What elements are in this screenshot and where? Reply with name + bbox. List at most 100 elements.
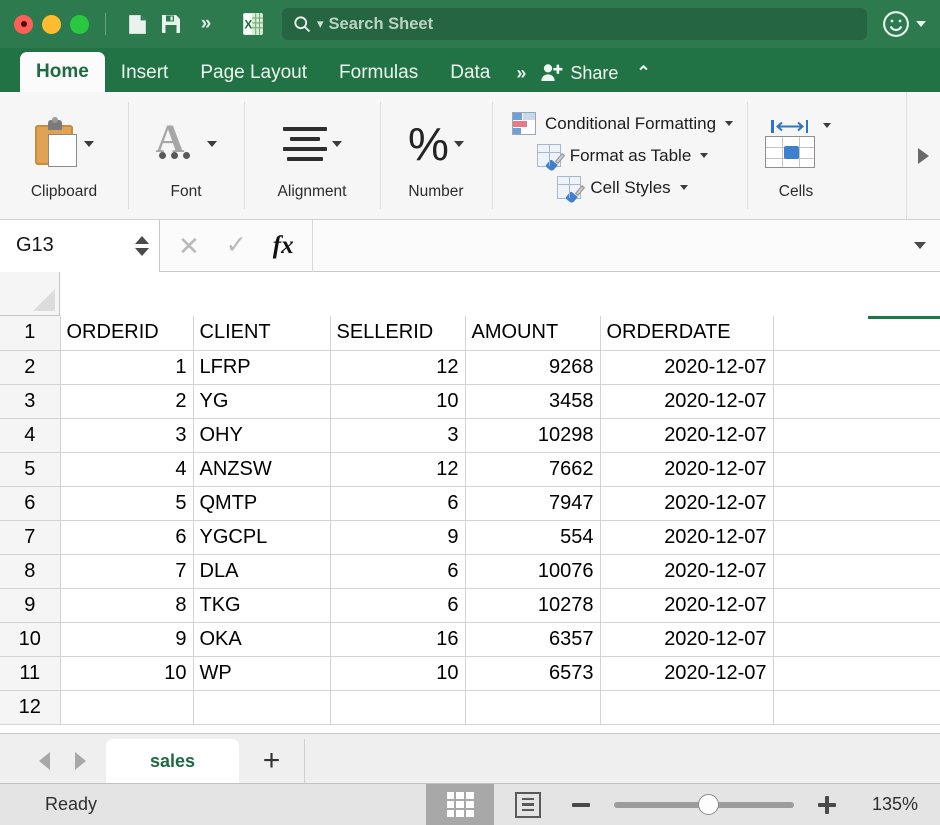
chevron-down-icon[interactable] — [84, 141, 94, 147]
cell-orderid[interactable]: 9 — [60, 622, 193, 656]
add-sheet-button[interactable]: + — [239, 739, 305, 783]
cell-orderdate[interactable]: 2020-12-07 — [600, 622, 773, 656]
ribbon-group-clipboard[interactable]: Clipboard — [0, 92, 128, 219]
cell-orderid[interactable]: 5 — [60, 486, 193, 520]
ribbon-group-alignment[interactable]: Alignment — [244, 92, 380, 219]
cell-client[interactable]: TKG — [193, 588, 330, 622]
previous-sheet-button[interactable] — [26, 739, 62, 783]
table-row[interactable]: 2 1 LFRP 12 9268 2020-12-07 — [0, 350, 940, 384]
cell-amount[interactable]: 554 — [465, 520, 600, 554]
sheet-tab-sales[interactable]: sales — [106, 739, 239, 783]
cell-client[interactable]: WP — [193, 656, 330, 690]
format-as-table-button[interactable]: Format as Table — [537, 144, 709, 167]
select-all-button[interactable] — [0, 272, 60, 316]
ribbon-group-cells[interactable]: Cells — [747, 92, 845, 219]
cell-sellerid[interactable]: 9 — [330, 520, 465, 554]
cell-client[interactable]: DLA — [193, 554, 330, 588]
cell-orderid[interactable]: 7 — [60, 554, 193, 588]
table-row[interactable]: 1 ORDERID CLIENT SELLERID AMOUNT ORDERDA… — [0, 316, 940, 350]
zoom-slider[interactable] — [614, 796, 794, 814]
cell-empty[interactable] — [773, 486, 940, 520]
cell-header-sellerid[interactable]: SELLERID — [330, 316, 465, 350]
cell-empty[interactable] — [773, 384, 940, 418]
conditional-formatting-button[interactable]: Conditional Formatting — [512, 112, 733, 135]
cell-orderid[interactable]: 6 — [60, 520, 193, 554]
page-layout-view-button[interactable] — [494, 784, 562, 825]
cell-empty[interactable] — [773, 316, 940, 350]
cell-orderdate[interactable]: 2020-12-07 — [600, 486, 773, 520]
collapse-ribbon-icon[interactable]: ⌃ — [624, 54, 664, 92]
cell-amount[interactable]: 10076 — [465, 554, 600, 588]
maximize-button[interactable] — [70, 15, 89, 34]
row-header[interactable]: 4 — [0, 418, 60, 452]
ribbon-overflow-button[interactable] — [906, 92, 940, 219]
row-header[interactable]: 3 — [0, 384, 60, 418]
table-row[interactable]: 6 5 QMTP 6 7947 2020-12-07 — [0, 486, 940, 520]
spreadsheet-grid[interactable]: 1 ORDERID CLIENT SELLERID AMOUNT ORDERDA… — [0, 272, 940, 733]
row-header[interactable]: 6 — [0, 486, 60, 520]
search-dropdown-icon[interactable]: ▾ — [317, 16, 324, 32]
cell-amount[interactable]: 7947 — [465, 486, 600, 520]
cell-empty[interactable] — [600, 690, 773, 724]
tab-data[interactable]: Data — [434, 54, 506, 92]
table-row[interactable]: 5 4 ANZSW 12 7662 2020-12-07 — [0, 452, 940, 486]
chevron-down-icon[interactable] — [454, 141, 464, 147]
cell-empty[interactable] — [773, 690, 940, 724]
row-header[interactable]: 2 — [0, 350, 60, 384]
cell-empty[interactable] — [773, 418, 940, 452]
cell-amount[interactable]: 6357 — [465, 622, 600, 656]
cell-empty[interactable] — [773, 554, 940, 588]
cell-header-client[interactable]: CLIENT — [193, 316, 330, 350]
cell-orderid[interactable]: 10 — [60, 656, 193, 690]
cell-sellerid[interactable]: 3 — [330, 418, 465, 452]
chevron-down-icon[interactable] — [207, 141, 217, 147]
row-header[interactable]: 11 — [0, 656, 60, 690]
cell-sellerid[interactable]: 6 — [330, 486, 465, 520]
cell-orderdate[interactable]: 2020-12-07 — [600, 520, 773, 554]
cell-orderdate[interactable]: 2020-12-07 — [600, 588, 773, 622]
expand-formula-bar-button[interactable] — [900, 220, 940, 272]
save-icon[interactable] — [154, 7, 188, 41]
cell-orderdate[interactable]: 2020-12-07 — [600, 384, 773, 418]
cell-client[interactable]: ANZSW — [193, 452, 330, 486]
cell-orderdate[interactable]: 2020-12-07 — [600, 554, 773, 588]
row-header[interactable]: 8 — [0, 554, 60, 588]
cell-client[interactable]: LFRP — [193, 350, 330, 384]
insert-function-icon[interactable]: fx — [273, 233, 294, 258]
cell-sellerid[interactable]: 16 — [330, 622, 465, 656]
cell-header-orderdate[interactable]: ORDERDATE — [600, 316, 773, 350]
zoom-slider-thumb[interactable] — [698, 794, 719, 815]
chevron-down-icon[interactable] — [725, 121, 733, 126]
cell-orderdate[interactable]: 2020-12-07 — [600, 350, 773, 384]
cell-amount[interactable]: 10298 — [465, 418, 600, 452]
chevron-down-icon[interactable] — [680, 185, 688, 190]
tab-overflow-icon[interactable]: » — [506, 54, 534, 92]
search-input[interactable]: ▾ Search Sheet — [282, 8, 867, 40]
cell-orderid[interactable]: 1 — [60, 350, 193, 384]
table-row[interactable]: 3 2 YG 10 3458 2020-12-07 — [0, 384, 940, 418]
cell-orderid[interactable]: 4 — [60, 452, 193, 486]
cell-header-orderid[interactable]: ORDERID — [60, 316, 193, 350]
cell-amount[interactable]: 6573 — [465, 656, 600, 690]
name-box-stepper[interactable] — [135, 236, 149, 256]
cell-orderid[interactable]: 8 — [60, 588, 193, 622]
share-button[interactable]: Share — [534, 54, 624, 92]
cell-empty[interactable] — [193, 690, 330, 724]
new-from-template-icon[interactable] — [120, 7, 154, 41]
cell-orderid[interactable]: 2 — [60, 384, 193, 418]
table-row[interactable]: 9 8 TKG 6 10278 2020-12-07 — [0, 588, 940, 622]
ribbon-group-number[interactable]: % Number — [380, 92, 492, 219]
zoom-in-button[interactable] — [818, 796, 836, 814]
chevron-down-icon[interactable] — [823, 123, 831, 128]
cell-empty[interactable] — [773, 656, 940, 690]
chevron-down-icon[interactable] — [700, 153, 708, 158]
cell-sellerid[interactable]: 6 — [330, 554, 465, 588]
table-row[interactable]: 4 3 OHY 3 10298 2020-12-07 — [0, 418, 940, 452]
table-row[interactable]: 10 9 OKA 16 6357 2020-12-07 — [0, 622, 940, 656]
stepper-up-icon[interactable] — [135, 236, 149, 244]
cell-sellerid[interactable]: 6 — [330, 588, 465, 622]
zoom-out-button[interactable] — [572, 803, 590, 807]
cell-client[interactable]: YGCPL — [193, 520, 330, 554]
table-row[interactable]: 11 10 WP 10 6573 2020-12-07 — [0, 656, 940, 690]
close-button[interactable] — [14, 15, 33, 34]
